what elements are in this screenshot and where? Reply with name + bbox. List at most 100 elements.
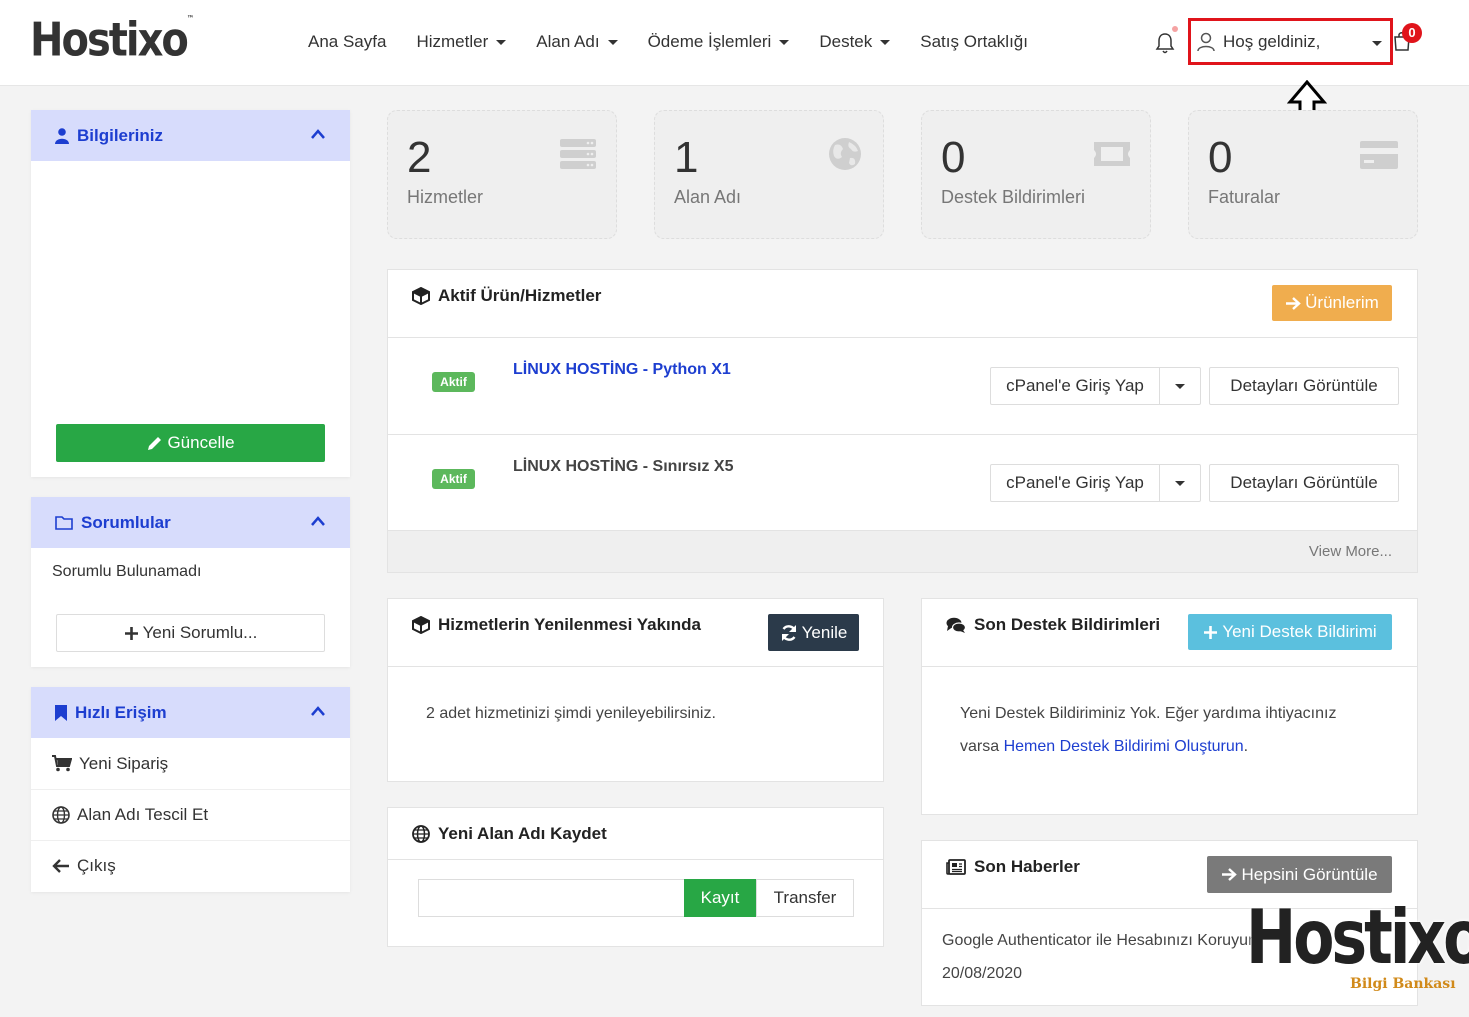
hostixo-watermark-logo: Hostixo Bilgi Bankası: [1246, 894, 1469, 992]
status-badge: Aktif: [432, 469, 475, 489]
caret-down-icon: [1175, 383, 1185, 389]
stat-invoices[interactable]: 0 Faturalar: [1188, 110, 1418, 239]
news-item-date: 20/08/2020: [942, 965, 1023, 982]
stat-tickets[interactable]: 0 Destek Bildirimleri: [921, 110, 1151, 239]
stat-services[interactable]: 2 Hizmetler: [387, 110, 617, 239]
caret-down-icon: [880, 39, 891, 45]
refresh-icon: [781, 624, 796, 641]
new-ticket-button[interactable]: Yeni Destek Bildirimi: [1188, 614, 1392, 650]
renew-button[interactable]: Yenile: [768, 614, 859, 651]
main-nav: Ana Sayfa Hizmetler Alan Adı Ödeme İşlem…: [308, 32, 1028, 52]
quick-access-panel: Hızlı Erişim Yeni Sipariş Alan Adı Tesci…: [31, 687, 350, 892]
stat-value: 1: [674, 133, 699, 182]
service-row: Aktif LİNUX HOSTİNG - Sınırsız X5 cPanel…: [388, 435, 1417, 532]
chevron-up-icon[interactable]: [310, 705, 326, 717]
arrow-right-icon: [1286, 296, 1301, 310]
server-icon: [560, 139, 596, 169]
active-services-title: Aktif Ürün/Hizmetler: [412, 286, 601, 306]
update-button[interactable]: Güncelle: [56, 424, 325, 462]
renewals-text: 2 adet hizmetinizi şimdi yenileyebilirsi…: [426, 705, 716, 722]
view-all-news-button[interactable]: Hepsini Görüntüle: [1207, 856, 1392, 893]
globe-icon: [412, 825, 430, 843]
my-products-button[interactable]: Ürünlerim: [1272, 285, 1392, 321]
chevron-up-icon[interactable]: [310, 128, 326, 140]
chevron-up-icon[interactable]: [310, 515, 326, 527]
nav-satis-ortakligi[interactable]: Satış Ortaklığı: [920, 32, 1028, 52]
domain-register-title: Yeni Alan Adı Kaydet: [412, 824, 607, 844]
nav-hizmetler[interactable]: Hizmetler: [416, 32, 507, 52]
cpanel-login-button[interactable]: cPanel'e Giriş Yap: [991, 368, 1160, 404]
transfer-domain-button[interactable]: Transfer: [756, 879, 854, 917]
tickets-empty-text: Yeni Destek Bildiriminiz Yok. Eğer yardı…: [960, 705, 1337, 755]
domain-search-input[interactable]: [418, 879, 684, 917]
hostixo-logo[interactable]: Hostixo™: [30, 14, 194, 67]
newspaper-icon: [946, 859, 966, 875]
tickets-card: Son Destek Bildirimleri Yeni Destek Bild…: [921, 598, 1418, 815]
cube-icon: [412, 616, 430, 634]
info-panel: Bilgileriniz Güncelle: [31, 110, 350, 477]
stat-label: Destek Bildirimleri: [941, 187, 1086, 207]
cpanel-login-split-button: cPanel'e Giriş Yap: [990, 367, 1201, 405]
pencil-icon: [148, 436, 162, 450]
user-welcome-label: Hoş geldiniz,: [1223, 31, 1321, 51]
caret-down-icon: [496, 39, 507, 45]
news-item[interactable]: Google Authenticator ile Hesabınızı Koru…: [942, 924, 1257, 990]
quick-item-logout[interactable]: Çıkış: [31, 840, 350, 891]
cpanel-dropdown-toggle[interactable]: [1160, 368, 1200, 404]
top-header: Hostixo™ Ana Sayfa Hizmetler Alan Adı Öd…: [0, 0, 1469, 86]
user-icon: [55, 127, 69, 144]
quick-access-header[interactable]: Hızlı Erişim: [31, 687, 350, 738]
domain-register-card: Yeni Alan Adı Kaydet Kayıt Transfer: [387, 807, 884, 947]
contacts-panel: Sorumlular Sorumlu Bulunamadı Yeni Sorum…: [31, 497, 350, 667]
view-more-link[interactable]: View More...: [1309, 543, 1392, 560]
nav-destek[interactable]: Destek: [819, 32, 891, 52]
credit-card-icon: [1360, 141, 1398, 169]
nav-alan-adi[interactable]: Alan Adı: [536, 32, 618, 52]
active-services-card: Aktif Ürün/Hizmetler Ürünlerim Aktif LİN…: [387, 269, 1418, 573]
stat-label: Hizmetler: [407, 187, 484, 207]
service-row: Aktif LİNUX HOSTİNG - Python X1 cPanel'e…: [388, 338, 1417, 435]
cart-count-badge: 0: [1402, 23, 1422, 43]
ticket-icon: [1094, 142, 1130, 166]
new-contact-button[interactable]: Yeni Sorumlu...: [56, 614, 325, 652]
view-details-button[interactable]: Detayları Görüntüle: [1209, 464, 1399, 502]
renewals-card: Hizmetlerin Yenilenmesi Yakında Yenile 2…: [387, 598, 884, 782]
cube-icon: [412, 287, 430, 305]
stat-label: Alan Adı: [674, 187, 742, 207]
news-title: Son Haberler: [946, 857, 1080, 877]
plus-icon: [1204, 625, 1218, 639]
create-ticket-link[interactable]: Hemen Destek Bildirimi Oluşturun: [1004, 738, 1244, 755]
plus-icon: [124, 626, 138, 640]
cpanel-login-button[interactable]: cPanel'e Giriş Yap: [991, 465, 1160, 501]
divider: [388, 666, 883, 667]
divider: [388, 859, 883, 860]
caret-down-icon: [1175, 480, 1185, 486]
quick-item-new-order[interactable]: Yeni Sipariş: [31, 738, 350, 789]
service-name[interactable]: LİNUX HOSTİNG - Sınırsız X5: [513, 458, 733, 476]
caret-down-icon: [779, 39, 790, 45]
renewals-title: Hizmetlerin Yenilenmesi Yakında: [412, 615, 701, 635]
stat-value: 2: [407, 133, 432, 182]
user-icon: [1197, 32, 1215, 51]
nav-odeme-islemleri[interactable]: Ödeme İşlemleri: [648, 32, 790, 52]
caret-down-icon: [607, 39, 618, 45]
bookmark-icon: [55, 704, 67, 721]
divider: [922, 666, 1417, 667]
user-menu-dropdown[interactable]: Hoş geldiniz,: [1188, 18, 1393, 65]
view-details-button[interactable]: Detayları Görüntüle: [1209, 367, 1399, 405]
caret-down-icon: [1372, 41, 1382, 46]
nav-ana-sayfa[interactable]: Ana Sayfa: [308, 32, 386, 52]
bell-icon[interactable]: [1155, 32, 1175, 54]
register-domain-button[interactable]: Kayıt: [684, 879, 756, 917]
cart-icon: [52, 755, 72, 772]
info-panel-header[interactable]: Bilgileriniz: [31, 110, 350, 161]
globe-icon: [829, 138, 861, 170]
stat-label: Faturalar: [1208, 187, 1281, 207]
quick-item-register-domain[interactable]: Alan Adı Tescil Et: [31, 789, 350, 840]
news-item-title: Google Authenticator ile Hesabınızı Koru…: [942, 932, 1257, 949]
cpanel-dropdown-toggle[interactable]: [1160, 465, 1200, 501]
contacts-panel-header[interactable]: Sorumlular: [31, 497, 350, 548]
service-name-link[interactable]: LİNUX HOSTİNG - Python X1: [513, 361, 731, 379]
comments-icon: [946, 617, 966, 633]
stat-domains[interactable]: 1 Alan Adı: [654, 110, 884, 239]
